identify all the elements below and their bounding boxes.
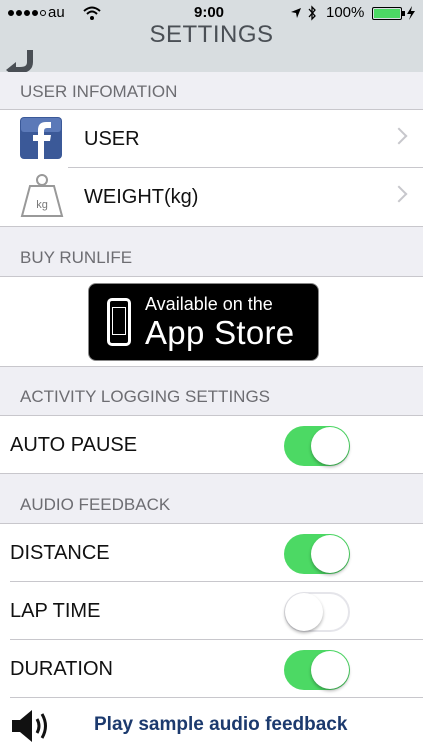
chevron-right-icon <box>390 127 408 145</box>
facebook-icon <box>20 117 62 159</box>
buy-group: Available on the App Store <box>0 276 423 367</box>
distance-toggle[interactable] <box>284 534 350 574</box>
signal-strength-icon <box>8 10 46 16</box>
row-separator <box>10 697 423 698</box>
battery-percent: 100% <box>326 4 365 21</box>
svg-text:kg: kg <box>36 199 48 211</box>
clock: 9:00 <box>194 4 225 21</box>
bluetooth-icon <box>308 5 316 21</box>
lap-time-toggle[interactable] <box>284 592 350 632</box>
auto-pause-row: AUTO PAUSE <box>0 416 423 474</box>
weight-icon: kg <box>20 174 64 217</box>
play-sample-audio-link[interactable]: Play sample audio feedback <box>94 714 347 736</box>
lap-time-row: LAP TIME <box>0 582 423 640</box>
wifi-icon <box>83 6 101 20</box>
section-header-user-info: USER INFOMATION <box>0 72 423 110</box>
weight-row[interactable]: kg WEIGHT(kg) <box>0 168 423 226</box>
user-label: USER <box>84 128 140 150</box>
iphone-icon <box>107 298 131 346</box>
auto-pause-label: AUTO PAUSE <box>10 434 138 456</box>
weight-label: WEIGHT(kg) <box>84 186 199 208</box>
battery-icon <box>372 7 405 20</box>
badge-line1: Available on the <box>145 294 273 314</box>
section-header-buy: BUY RUNLIFE <box>0 238 423 276</box>
page-title: SETTINGS <box>149 21 274 48</box>
user-row[interactable]: USER <box>0 110 423 168</box>
section-header-activity: ACTIVITY LOGGING SETTINGS <box>0 377 423 415</box>
lap-time-label: LAP TIME <box>10 600 101 622</box>
duration-row: DURATION <box>0 640 423 698</box>
activity-group: AUTO PAUSE <box>0 415 423 474</box>
badge-line2: App Store <box>145 314 295 351</box>
app-store-badge-button[interactable]: Available on the App Store <box>88 283 319 361</box>
carrier-label: au <box>48 4 65 21</box>
speaker-icon[interactable] <box>10 708 56 744</box>
auto-pause-toggle[interactable] <box>284 426 350 466</box>
duration-toggle[interactable] <box>284 650 350 690</box>
distance-row: DISTANCE <box>0 524 423 582</box>
distance-label: DISTANCE <box>10 542 110 564</box>
chevron-right-icon <box>390 185 408 203</box>
user-info-group: USER kg WEIGHT(kg) <box>0 109 423 227</box>
duration-label: DURATION <box>10 658 113 680</box>
navigation-bar: SETTINGS <box>0 21 423 76</box>
charging-icon <box>407 6 415 20</box>
section-header-audio: AUDIO FEEDBACK <box>0 485 423 523</box>
location-icon <box>291 8 301 18</box>
